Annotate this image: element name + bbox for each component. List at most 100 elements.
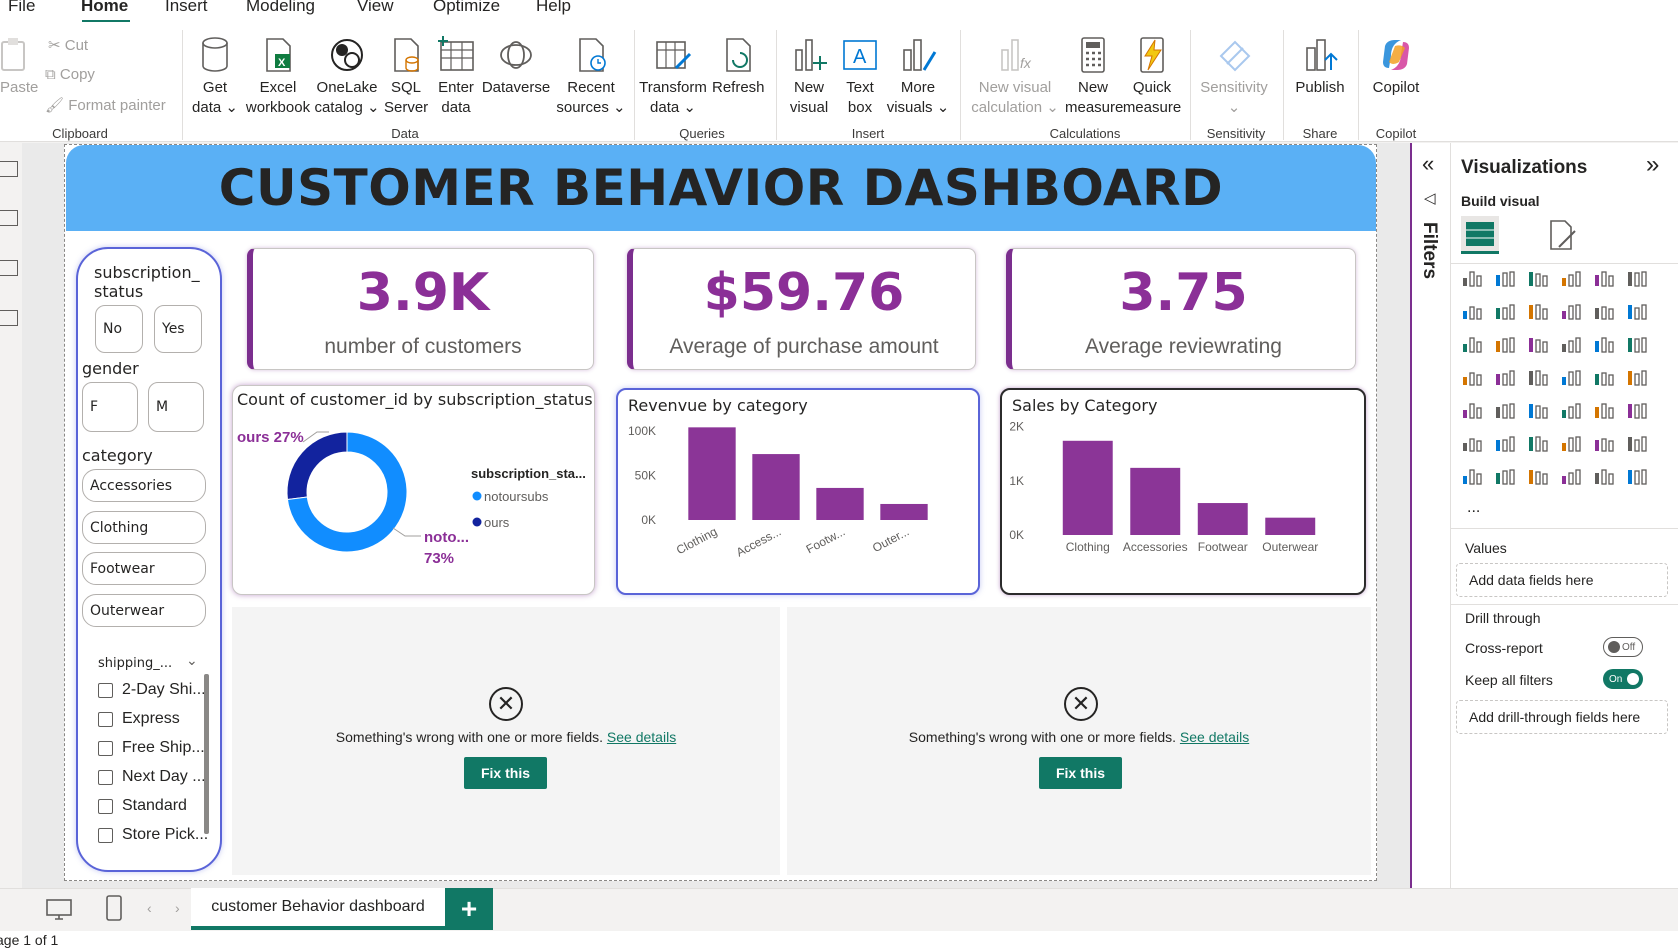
broken-visual[interactable]: ✕ Something's wrong with one or more fie… [787, 607, 1371, 875]
checkbox[interactable] [98, 798, 113, 814]
bar-footw[interactable] [816, 487, 864, 520]
bar-outer[interactable] [880, 503, 928, 520]
line-column-icon[interactable] [1593, 299, 1615, 321]
transform-data-button[interactable]: Transform data ⌄ [637, 36, 709, 118]
menu-home[interactable]: Home [81, 0, 128, 16]
card-icon[interactable] [1626, 365, 1648, 387]
shipping-option[interactable]: Next Day ... [98, 768, 206, 786]
text-box-button[interactable]: A Text box [838, 36, 882, 118]
funnel-chart-icon[interactable] [1527, 332, 1549, 354]
keep-filters-toggle[interactable]: On [1603, 669, 1643, 689]
kpi-card-review-rating[interactable]: 3.75 Average reviewrating [1006, 248, 1356, 370]
azure-map-icon[interactable] [1560, 365, 1582, 387]
bar-outerwear[interactable] [1265, 517, 1316, 535]
waterfall-icon[interactable] [1461, 332, 1483, 354]
gauge-icon[interactable] [1593, 365, 1615, 387]
cross-report-toggle[interactable]: Off [1603, 637, 1643, 657]
menu-file[interactable]: File [8, 0, 35, 16]
kpi-card-customers[interactable]: 3.9K number of customers [247, 248, 594, 370]
menu-modeling[interactable]: Modeling [246, 0, 315, 16]
bar-accessories[interactable] [1130, 467, 1181, 535]
expand-right-icon[interactable]: » [1646, 151, 1659, 179]
broken-visual[interactable]: ✕ Something's wrong with one or more fie… [232, 607, 780, 875]
stacked-bar-icon[interactable] [1461, 266, 1483, 288]
revenue-bar-chart[interactable]: 100K 50K 0K Clothing Access... Footw... Outer.… [618, 390, 978, 593]
power-automate-icon[interactable] [1527, 464, 1549, 486]
power-apps-icon[interactable] [1494, 464, 1516, 486]
kpi-card-purchase-amount[interactable]: $59.76 Average of purchase amount [627, 248, 976, 370]
python-visual-icon[interactable] [1461, 431, 1483, 453]
metrics-icon[interactable] [1560, 464, 1582, 486]
menu-view[interactable]: View [357, 0, 394, 16]
values-well[interactable]: Add data fields here [1456, 563, 1668, 597]
chevron-right-icon[interactable]: › [175, 900, 180, 916]
mobile-layout-icon[interactable] [106, 895, 122, 926]
shipping-option[interactable]: Store Pick... [98, 826, 208, 844]
chevron-down-icon[interactable]: ⌄ [186, 652, 198, 669]
category-option-accessories[interactable]: Accessories [82, 469, 206, 502]
subscription-option-no[interactable]: No [95, 305, 143, 353]
donut-chart[interactable]: subscription_sta... notoursubs ours ours… [233, 386, 596, 596]
sensitivity-button[interactable]: Sensitivity ⌄ [1196, 36, 1272, 118]
chevron-double-icon[interactable] [1626, 464, 1648, 486]
add-page-button[interactable]: + [445, 888, 493, 930]
onelake-catalog-button[interactable]: OneLake catalog ⌄ [314, 36, 380, 118]
slicer-icon[interactable] [1527, 398, 1549, 420]
pie-icon[interactable] [1593, 332, 1615, 354]
dax-query-view-icon[interactable] [0, 310, 18, 326]
drill-through-well[interactable]: Add drill-through fields here [1456, 700, 1668, 734]
donut-icon[interactable] [1626, 332, 1648, 354]
gender-option-m[interactable]: M [148, 382, 204, 432]
bar-clothing[interactable] [1062, 440, 1113, 535]
sales-chart-card[interactable]: Sales by Category 2K 1K 0K Clothing Accessor… [1000, 388, 1366, 595]
fix-this-button[interactable]: Fix this [464, 757, 547, 789]
kpi-icon[interactable] [1494, 398, 1516, 420]
bar-access[interactable] [752, 454, 800, 520]
table-icon[interactable] [1560, 398, 1582, 420]
page-tab[interactable]: customer Behavior dashboard [191, 888, 445, 930]
paginated-report-icon[interactable] [1461, 464, 1483, 486]
see-details-link[interactable]: See details [1180, 729, 1249, 745]
decomposition-tree-icon[interactable] [1527, 431, 1549, 453]
menu-insert[interactable]: Insert [165, 0, 208, 16]
cut-button[interactable]: ✂ Cut [48, 36, 88, 54]
bar-clothing[interactable] [688, 427, 736, 520]
shipping-option[interactable]: Standard [98, 797, 187, 815]
donut-chart-card[interactable]: Count of customer_id by subscription_sta… [232, 385, 595, 595]
collapse-left-icon[interactable]: « [1422, 151, 1434, 177]
stacked-area-icon[interactable] [1527, 299, 1549, 321]
menu-optimize[interactable]: Optimize [433, 0, 500, 16]
diamond-icon[interactable] [1593, 464, 1615, 486]
build-visual-tab[interactable] [1461, 216, 1499, 254]
multirow-card-icon[interactable] [1461, 398, 1483, 420]
menu-help[interactable]: Help [536, 0, 571, 16]
format-painter-button[interactable]: 🖌 Format painter [45, 96, 166, 114]
category-option-outerwear[interactable]: Outerwear [82, 594, 206, 627]
fix-this-button[interactable]: Fix this [1039, 757, 1122, 789]
scrollbar[interactable] [204, 674, 209, 834]
format-visual-tab[interactable] [1547, 219, 1577, 256]
excel-workbook-button[interactable]: X Excel workbook [242, 36, 314, 118]
trophy-icon[interactable] [1626, 431, 1648, 453]
r-visual-icon[interactable] [1626, 398, 1648, 420]
recent-sources-button[interactable]: Recent sources ⌄ [556, 36, 626, 118]
chevron-left-icon[interactable]: ‹ [147, 900, 152, 916]
category-option-footwear[interactable]: Footwear [82, 552, 206, 585]
shipping-option[interactable]: Express [98, 710, 180, 728]
checkbox[interactable] [98, 711, 113, 727]
100pct-bar-icon[interactable] [1593, 266, 1615, 288]
slicer-panel[interactable]: subscription_ status No Yes gender F M c… [76, 247, 222, 872]
key-influencers-icon[interactable] [1494, 431, 1516, 453]
checkbox[interactable] [98, 682, 113, 698]
model-view-icon[interactable] [0, 260, 18, 276]
map-icon[interactable] [1494, 365, 1516, 387]
checkbox[interactable] [98, 769, 113, 785]
new-measure-button[interactable]: New measure [1065, 36, 1123, 118]
enter-data-button[interactable]: Enter data [434, 36, 478, 118]
new-visual-calculation-button[interactable]: fx New visual calculation ⌄ [968, 36, 1062, 118]
matrix-icon[interactable] [1593, 398, 1615, 420]
donut-slices[interactable] [286, 431, 421, 553]
more-visuals-button[interactable]: More visuals ⌄ [886, 36, 950, 118]
copilot-button[interactable]: Copilot [1364, 36, 1428, 98]
ribbon-chart-icon[interactable] [1560, 299, 1582, 321]
